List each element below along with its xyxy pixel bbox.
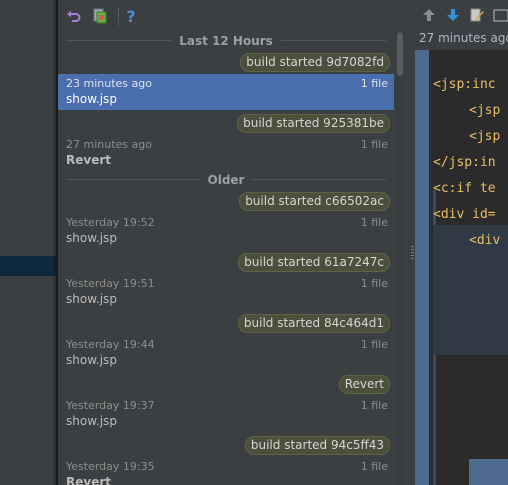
entry-name: Revert [66, 153, 111, 167]
scrollbar-thumb[interactable] [397, 32, 403, 76]
header-label: Older [207, 172, 245, 187]
revert-icon [67, 10, 81, 22]
history-label-row[interactable]: build started 84c464d1 [58, 310, 394, 335]
diff-gutter [415, 50, 429, 485]
code-view[interactable]: <jsp:inc <jsp <jsp </jsp:in <c:if te <div id=… [429, 50, 508, 485]
entry-time: Yesterday 19:37 [66, 399, 155, 412]
history-label-row[interactable]: build started c66502ac [58, 188, 394, 213]
code-line: <jsp:inc [433, 77, 496, 92]
entry-file-count: 1 file [360, 216, 388, 229]
history-label-tag: build started 61a7247c [238, 253, 390, 272]
code-line: <jsp [469, 103, 501, 118]
diff-timestamp: 27 minutes ago [419, 31, 508, 45]
help-button[interactable]: ? [122, 7, 140, 25]
create-patch-button[interactable] [91, 7, 109, 25]
history-label-tag: build started 84c464d1 [237, 314, 390, 333]
edit-icon [470, 8, 484, 22]
entry-time: 27 minutes ago [66, 138, 152, 151]
diff-panel: 27 minutes ago <jsp:inc <jsp <jsp </jsp:in <… [415, 0, 508, 485]
history-group-header: Older [58, 171, 394, 188]
header-label: Last 12 Hours [179, 33, 273, 48]
entry-file-count: 1 file [360, 460, 388, 473]
history-toolbar: ? [58, 0, 410, 32]
toolbar-separator [118, 8, 119, 26]
code-line: </jsp:in [433, 155, 496, 170]
entry-file-count: 1 file [360, 338, 388, 351]
history-label-row[interactable]: build started 61a7247c [58, 249, 394, 274]
svg-text:?: ? [126, 8, 135, 24]
entry-name: show.jsp [66, 353, 117, 367]
header-rule [66, 179, 200, 180]
history-label-tag: Revert [338, 375, 390, 394]
entry-time: Yesterday 19:52 [66, 216, 155, 229]
previous-difference-button[interactable] [421, 7, 437, 23]
arrow-down-icon [447, 9, 459, 21]
entry-name: Revert [66, 475, 111, 485]
entry-time: Yesterday 19:44 [66, 338, 155, 351]
history-entry[interactable]: 23 minutes ago 1 file show.jsp [58, 74, 394, 110]
compare-icon [493, 9, 508, 22]
entry-file-count: 1 file [360, 138, 388, 151]
history-entry[interactable]: 27 minutes ago 1 file Revert [58, 135, 394, 171]
history-label-row[interactable]: build started 94c5ff43 [58, 432, 394, 457]
entry-name: show.jsp [66, 292, 117, 306]
entry-time: Yesterday 19:51 [66, 277, 155, 290]
entry-time: Yesterday 19:35 [66, 460, 155, 473]
history-group-header: Last 12 Hours [58, 32, 394, 49]
entry-name: show.jsp [66, 414, 117, 428]
history-list[interactable]: Last 12 Hours build started 9d7082fd 23 mi… [58, 32, 394, 485]
history-entry[interactable]: Yesterday 19:37 1 file show.jsp [58, 396, 394, 432]
help-icon: ? [126, 8, 135, 24]
selection-marker [469, 459, 508, 485]
history-label-tag: build started 94c5ff43 [244, 436, 390, 455]
history-label-row[interactable]: build started 9d7082fd [58, 49, 394, 74]
entry-file-count: 1 file [360, 399, 388, 412]
next-difference-button[interactable] [445, 7, 461, 23]
revert-button[interactable] [65, 7, 83, 25]
entry-file-count: 1 file [360, 77, 388, 90]
diff-toolbar [415, 0, 508, 30]
left-panel [0, 0, 56, 485]
history-entry[interactable]: Yesterday 19:35 1 file Revert [58, 457, 394, 485]
local-history-popup: ? Last 12 Hours build started 9d7082fd 23 … [58, 0, 410, 485]
history-entry[interactable]: Yesterday 19:52 1 file show.jsp [58, 213, 394, 249]
code-line: <jsp [469, 129, 501, 144]
entry-name: show.jsp [66, 92, 117, 106]
entry-name: show.jsp [66, 231, 117, 245]
header-rule [66, 40, 172, 41]
history-entry[interactable]: Yesterday 19:44 1 file show.jsp [58, 335, 394, 371]
splitter-grip[interactable] [411, 246, 414, 260]
history-label-row[interactable]: build started 925381be [58, 110, 394, 135]
compare-button[interactable] [493, 7, 508, 23]
history-label-tag: build started 925381be [237, 114, 390, 133]
entry-file-count: 1 file [360, 277, 388, 290]
code-line: <c:if te [433, 181, 496, 196]
left-panel-selected-row[interactable] [0, 256, 56, 276]
history-label-row[interactable]: Revert [58, 371, 394, 396]
history-entry[interactable]: Yesterday 19:51 1 file show.jsp [58, 274, 394, 310]
history-label-tag: build started c66502ac [239, 192, 390, 211]
arrow-up-icon [423, 9, 435, 21]
header-rule [252, 179, 386, 180]
code-line: <div id= [433, 207, 496, 222]
history-scrollbar[interactable] [396, 32, 404, 485]
create-patch-icon [93, 8, 107, 24]
entry-time: 23 minutes ago [66, 77, 152, 90]
history-label-tag: build started 9d7082fd [240, 53, 390, 72]
code-line: <div [469, 233, 501, 248]
edit-source-button[interactable] [469, 7, 485, 23]
header-rule [280, 40, 387, 41]
